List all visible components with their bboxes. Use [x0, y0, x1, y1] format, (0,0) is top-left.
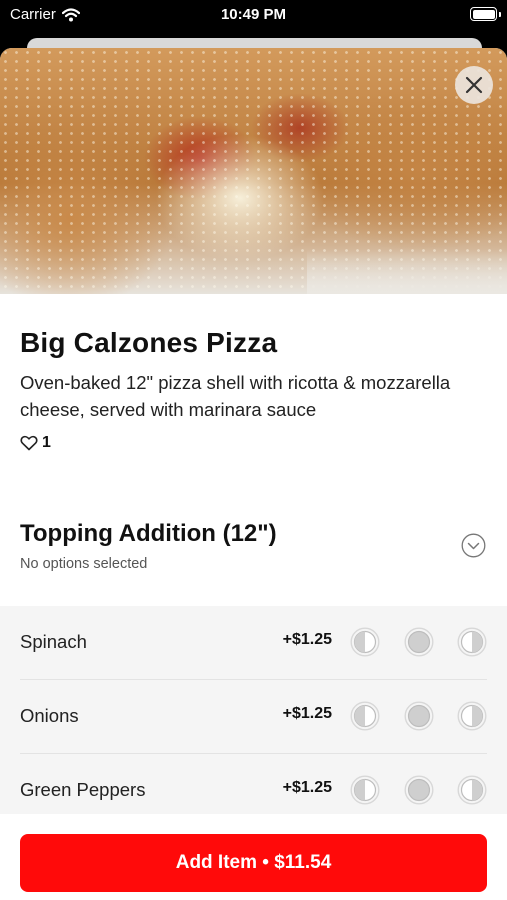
option-price: +$1.25 [282, 631, 332, 648]
item-photo [0, 48, 507, 294]
like-count: 1 [42, 434, 51, 451]
left-half-icon[interactable] [350, 701, 380, 731]
close-button[interactable] [455, 66, 493, 104]
footer-bar: Add Item • $11.54 [0, 814, 507, 900]
right-half-icon[interactable] [457, 775, 487, 805]
heart-icon [20, 435, 38, 451]
like-button[interactable]: 1 [20, 434, 51, 452]
status-time: 10:49 PM [220, 6, 287, 23]
whole-icon[interactable] [404, 701, 434, 731]
section-subtitle: No options selected [20, 556, 148, 572]
item-detail-sheet: Big Calzones Pizza Oven-baked 12" pizza … [0, 48, 507, 900]
item-title: Big Calzones Pizza [20, 327, 278, 358]
option-name: Green Peppers [20, 779, 146, 800]
option-row: Onions +$1.25 [0, 680, 507, 754]
whole-icon[interactable] [404, 775, 434, 805]
whole-icon[interactable] [404, 627, 434, 657]
chevron-down-icon[interactable] [461, 533, 486, 558]
right-half-icon[interactable] [457, 627, 487, 657]
add-item-button[interactable]: Add Item • $11.54 [20, 834, 487, 892]
option-price: +$1.25 [282, 779, 332, 796]
right-half-icon[interactable] [457, 701, 487, 731]
option-row: Spinach +$1.25 [0, 606, 507, 680]
left-half-icon[interactable] [350, 775, 380, 805]
close-icon [465, 76, 483, 94]
left-half-icon[interactable] [350, 627, 380, 657]
section-title: Topping Addition (12") [20, 520, 277, 547]
battery-cap [499, 12, 501, 17]
option-name: Spinach [20, 631, 87, 652]
battery-icon [470, 7, 497, 21]
option-name: Onions [20, 705, 79, 726]
option-price: +$1.25 [282, 705, 332, 722]
item-description: Oven-baked 12" pizza shell with ricotta … [20, 372, 451, 420]
status-bar: Carrier 10:49 PM [0, 0, 507, 30]
